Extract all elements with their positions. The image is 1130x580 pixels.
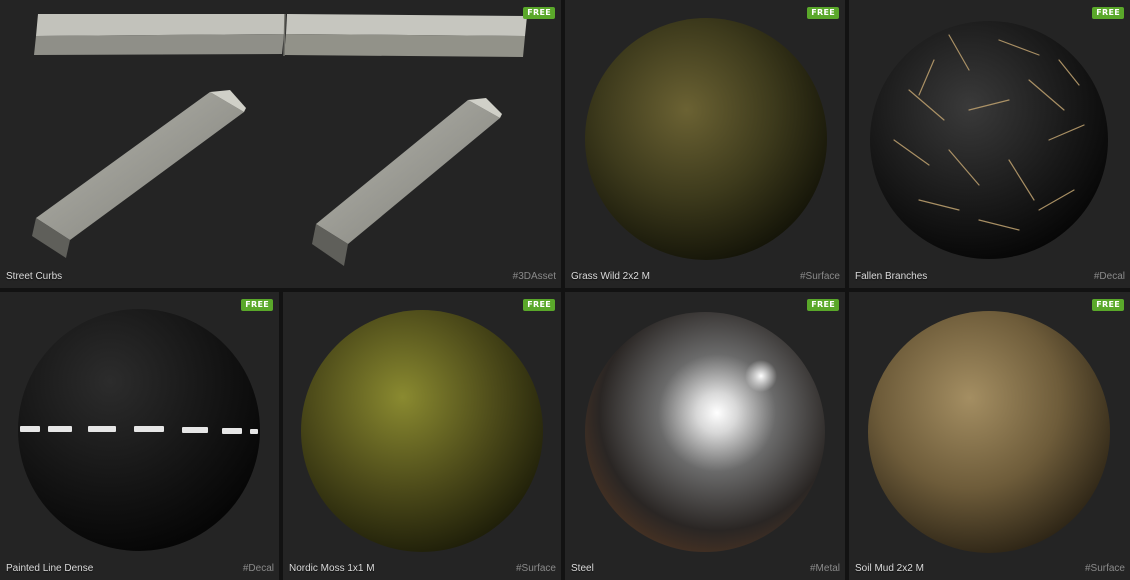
asset-card-street-curbs[interactable]: FREE Street Curbs #3DAsset (0, 0, 561, 288)
fallen-branches-preview (870, 21, 1108, 259)
asset-tag[interactable]: #3DAsset (513, 271, 556, 282)
asset-name: Painted Line Dense (6, 563, 94, 574)
asset-card-grass-wild[interactable]: FREE Grass Wild 2x2 M #Surface (565, 0, 845, 288)
asset-name: Nordic Moss 1x1 M (289, 563, 375, 574)
asset-card-soil-mud[interactable]: FREE Soil Mud 2x2 M #Surface (849, 292, 1130, 580)
asset-tag[interactable]: #Surface (1085, 563, 1125, 574)
asset-tag[interactable]: #Metal (810, 563, 840, 574)
asset-name: Grass Wild 2x2 M (571, 271, 650, 282)
asset-tag[interactable]: #Decal (1094, 271, 1125, 282)
asset-card-painted-line-dense[interactable]: FREE Painted Line Dense #Decal (0, 292, 279, 580)
soil-mud-preview (868, 311, 1110, 553)
asset-card-nordic-moss[interactable]: FREE Nordic Moss 1x1 M #Surface (283, 292, 561, 580)
asset-tag[interactable]: #Surface (516, 563, 556, 574)
asset-tag[interactable]: #Decal (243, 563, 274, 574)
steel-preview (585, 312, 825, 552)
street-curbs-preview (32, 13, 527, 266)
asset-name: Fallen Branches (855, 271, 928, 282)
free-badge: FREE (1092, 299, 1124, 311)
asset-card-steel[interactable]: FREE Steel #Metal (565, 292, 845, 580)
grass-wild-preview (585, 18, 827, 260)
asset-name: Street Curbs (6, 271, 63, 282)
free-badge: FREE (241, 299, 273, 311)
painted-line-preview (18, 309, 260, 551)
asset-grid: FREE Street Curbs #3DAsset FREE Grass Wi… (0, 0, 1130, 580)
asset-name: Steel (571, 563, 594, 574)
free-badge: FREE (523, 299, 555, 311)
asset-tag[interactable]: #Surface (800, 271, 840, 282)
free-badge: FREE (807, 7, 839, 19)
asset-card-fallen-branches[interactable]: FREE Fallen Branches #Decal (849, 0, 1130, 288)
free-badge: FREE (523, 7, 555, 19)
asset-name: Soil Mud 2x2 M (855, 563, 924, 574)
nordic-moss-preview (301, 310, 543, 552)
free-badge: FREE (1092, 7, 1124, 19)
free-badge: FREE (807, 299, 839, 311)
